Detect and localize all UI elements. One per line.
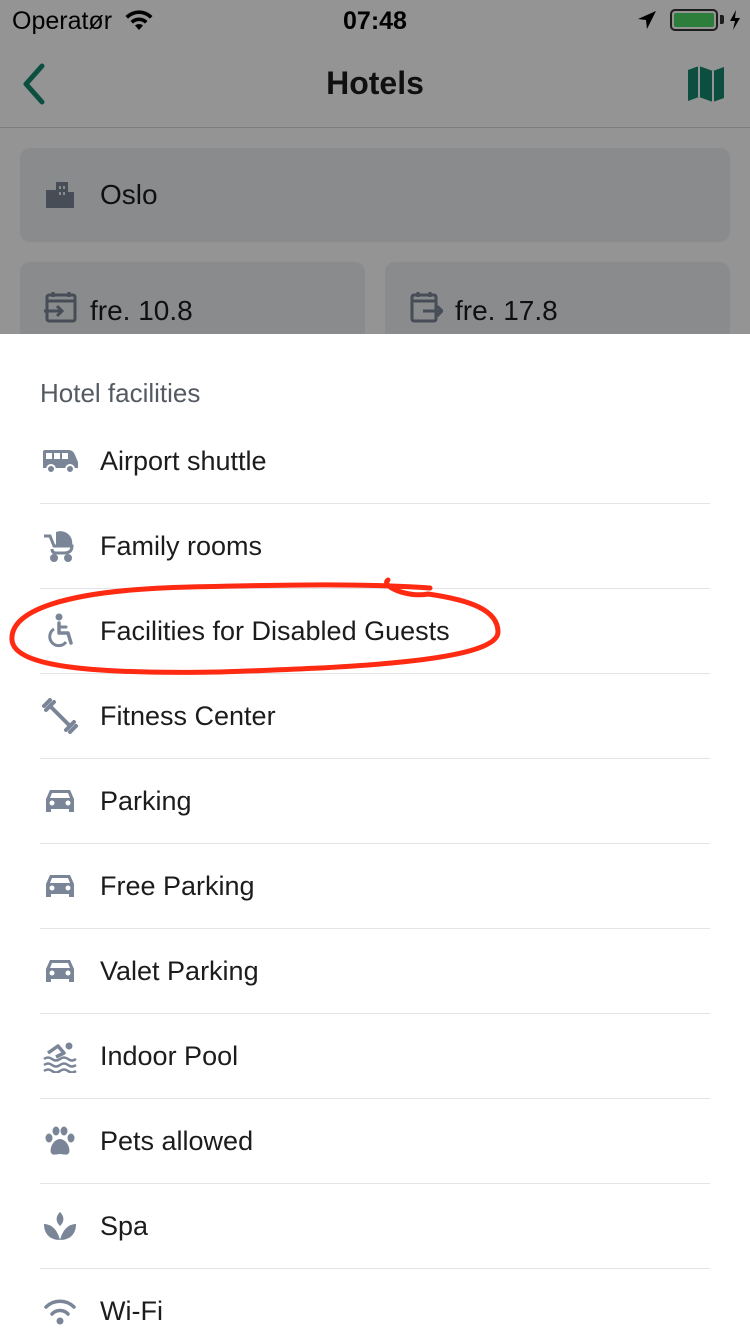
facility-label: Parking xyxy=(100,786,192,816)
swimmer-icon xyxy=(40,1038,80,1074)
facility-label: Spa xyxy=(100,1211,149,1241)
wheelchair-icon xyxy=(40,613,80,649)
dumbbell-icon xyxy=(40,698,80,734)
stroller-icon xyxy=(40,528,80,564)
facility-label: Pets allowed xyxy=(100,1126,254,1156)
facility-parking[interactable]: Parking xyxy=(40,759,710,844)
facility-airport-shuttle[interactable]: Airport shuttle xyxy=(40,419,710,504)
facility-label: Family rooms xyxy=(100,531,263,561)
facility-label: Indoor Pool xyxy=(100,1041,239,1071)
facilities-sheet: Hotel facilities Airport shuttle Family … xyxy=(0,334,750,1334)
modal-dim-overlay[interactable] xyxy=(0,0,750,334)
facility-fitness-center[interactable]: Fitness Center xyxy=(40,674,710,759)
facilities-list: Airport shuttle Family rooms Facilities … xyxy=(40,419,710,1334)
paw-icon xyxy=(40,1123,80,1159)
sheet-header: Hotel facilities xyxy=(40,378,201,408)
facility-label: Facilities for Disabled Guests xyxy=(100,616,450,646)
facility-family-rooms[interactable]: Family rooms xyxy=(40,504,710,589)
facility-label: Valet Parking xyxy=(100,956,259,986)
background-app: Operatør 07:48 Hotels Oslo fre. 10.8 fre… xyxy=(0,0,750,334)
facility-disabled-guests[interactable]: Facilities for Disabled Guests xyxy=(40,589,710,674)
facility-free-parking[interactable]: Free Parking xyxy=(40,844,710,929)
facility-wifi[interactable]: Wi-Fi xyxy=(40,1269,710,1334)
car-icon xyxy=(40,868,80,904)
facility-spa[interactable]: Spa xyxy=(40,1184,710,1269)
lotus-icon xyxy=(40,1208,80,1244)
facility-label: Fitness Center xyxy=(100,701,276,731)
car-icon xyxy=(40,953,80,989)
shuttle-icon xyxy=(40,443,80,479)
facility-label: Airport shuttle xyxy=(100,446,267,476)
car-icon xyxy=(40,783,80,819)
facility-pets-allowed[interactable]: Pets allowed xyxy=(40,1099,710,1184)
facility-label: Wi-Fi xyxy=(100,1296,163,1326)
facility-valet-parking[interactable]: Valet Parking xyxy=(40,929,710,1014)
wifi-icon xyxy=(40,1293,80,1329)
facility-label: Free Parking xyxy=(100,871,255,901)
facility-indoor-pool[interactable]: Indoor Pool xyxy=(40,1014,710,1099)
